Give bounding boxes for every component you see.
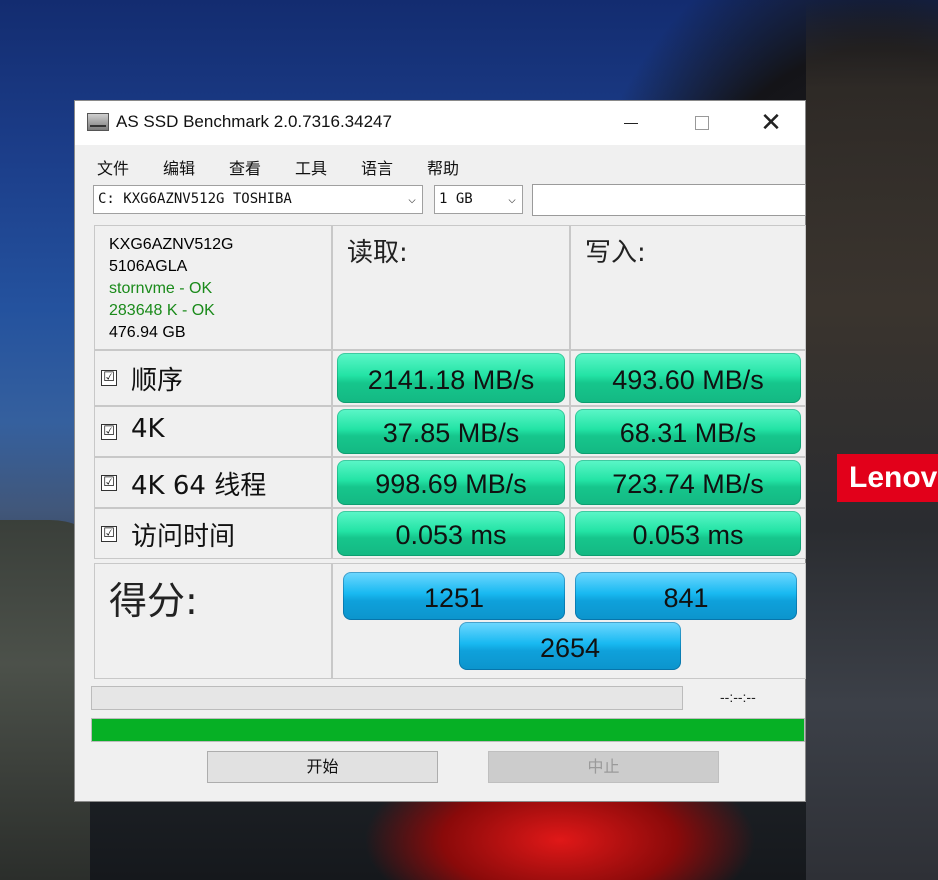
result-access-read: 0.053 ms <box>337 511 565 556</box>
write-header-label: 写入: <box>585 238 646 268</box>
drive-firmware: 5106AGLA <box>109 258 188 275</box>
test-row-seq[interactable]: ☑ 顺序 <box>94 350 332 406</box>
result-4k-write: 68.31 MB/s <box>575 409 801 454</box>
drive-capacity: 476.94 GB <box>109 324 186 341</box>
drive-info-panel: KXG6AZNV512G 5106AGLA stornvme - OK 2836… <box>94 225 332 350</box>
menu-bar: 文件 编辑 查看 工具 语言 帮助 <box>75 145 805 181</box>
minimize-button[interactable] <box>607 101 653 145</box>
result-seq-write: 493.60 MB/s <box>575 353 801 403</box>
lenovo-logo: Lenovo <box>837 454 938 502</box>
maximize-button[interactable] <box>678 101 724 145</box>
menu-tools[interactable]: 工具 <box>295 155 327 179</box>
menu-help[interactable]: 帮助 <box>427 155 459 179</box>
checkbox-4k[interactable]: ☑ <box>101 424 117 440</box>
chevron-down-icon: ⌵ <box>408 192 416 207</box>
result-access-write: 0.053 ms <box>575 511 801 556</box>
score-total: 2654 <box>459 622 681 670</box>
read-header: 读取: <box>332 225 570 350</box>
score-label: 得分: <box>109 579 198 623</box>
size-select-value: 1 GB <box>439 191 473 207</box>
test-row-4k64[interactable]: ☑ 4K 64 线程 <box>94 457 332 508</box>
test-label-4k64: 4K 64 线程 <box>131 471 267 501</box>
drive-select-value: C: KXG6AZNV512G TOSHIBA <box>98 191 292 207</box>
result-cell-4k64-read: 998.69 MB/s <box>332 457 570 508</box>
result-4k-read: 37.85 MB/s <box>337 409 565 454</box>
overall-progress-bar <box>91 718 805 742</box>
menu-file[interactable]: 文件 <box>97 155 129 179</box>
checkbox-seq[interactable]: ☑ <box>101 370 117 386</box>
overall-progress-fill <box>92 719 804 741</box>
start-button[interactable]: 开始 <box>207 751 438 783</box>
status-textbox[interactable] <box>532 184 806 216</box>
score-area: 1251 841 2654 <box>332 563 806 679</box>
result-cell-4k-read: 37.85 MB/s <box>332 406 570 457</box>
test-label-4k: 4K <box>131 414 165 444</box>
menu-edit[interactable]: 编辑 <box>163 155 195 179</box>
window-title: AS SSD Benchmark 2.0.7316.34247 <box>116 112 392 131</box>
test-row-access[interactable]: ☑ 访问时间 <box>94 508 332 559</box>
close-button[interactable]: ✕ <box>748 101 794 145</box>
desktop-rock-right <box>806 0 938 880</box>
result-cell-seq-read: 2141.18 MB/s <box>332 350 570 406</box>
result-seq-read: 2141.18 MB/s <box>337 353 565 403</box>
hard-drive-icon <box>87 113 109 131</box>
drive-model: KXG6AZNV512G <box>109 236 234 253</box>
size-select[interactable]: 1 GB ⌵ <box>434 185 523 214</box>
result-cell-access-write: 0.053 ms <box>570 508 806 559</box>
abort-button[interactable]: 中止 <box>488 751 719 783</box>
alignment-status: 283648 K - OK <box>109 302 215 319</box>
menu-language[interactable]: 语言 <box>361 155 393 179</box>
drive-select[interactable]: C: KXG6AZNV512G TOSHIBA ⌵ <box>93 185 423 214</box>
result-cell-seq-write: 493.60 MB/s <box>570 350 806 406</box>
read-header-label: 读取: <box>347 238 408 268</box>
menu-view[interactable]: 查看 <box>229 155 261 179</box>
checkbox-4k64[interactable]: ☑ <box>101 475 117 491</box>
result-cell-4k-write: 68.31 MB/s <box>570 406 806 457</box>
write-header: 写入: <box>570 225 806 350</box>
result-4k64-write: 723.74 MB/s <box>575 460 801 505</box>
test-progress-bar <box>91 686 683 710</box>
title-bar[interactable]: AS SSD Benchmark 2.0.7316.34247 ✕ <box>75 101 805 145</box>
checkbox-access[interactable]: ☑ <box>101 526 117 542</box>
score-write: 841 <box>575 572 797 620</box>
elapsed-timer: --:--:-- <box>720 689 756 705</box>
result-4k64-read: 998.69 MB/s <box>337 460 565 505</box>
test-label-seq: 顺序 <box>131 366 184 396</box>
score-label-panel: 得分: <box>94 563 332 679</box>
result-cell-access-read: 0.053 ms <box>332 508 570 559</box>
chevron-down-icon: ⌵ <box>508 192 516 207</box>
result-cell-4k64-write: 723.74 MB/s <box>570 457 806 508</box>
driver-status: stornvme - OK <box>109 280 213 297</box>
test-row-4k[interactable]: ☑ 4K <box>94 406 332 457</box>
as-ssd-window: AS SSD Benchmark 2.0.7316.34247 ✕ 文件 编辑 … <box>74 100 806 802</box>
test-label-access: 访问时间 <box>131 522 236 552</box>
score-read: 1251 <box>343 572 565 620</box>
